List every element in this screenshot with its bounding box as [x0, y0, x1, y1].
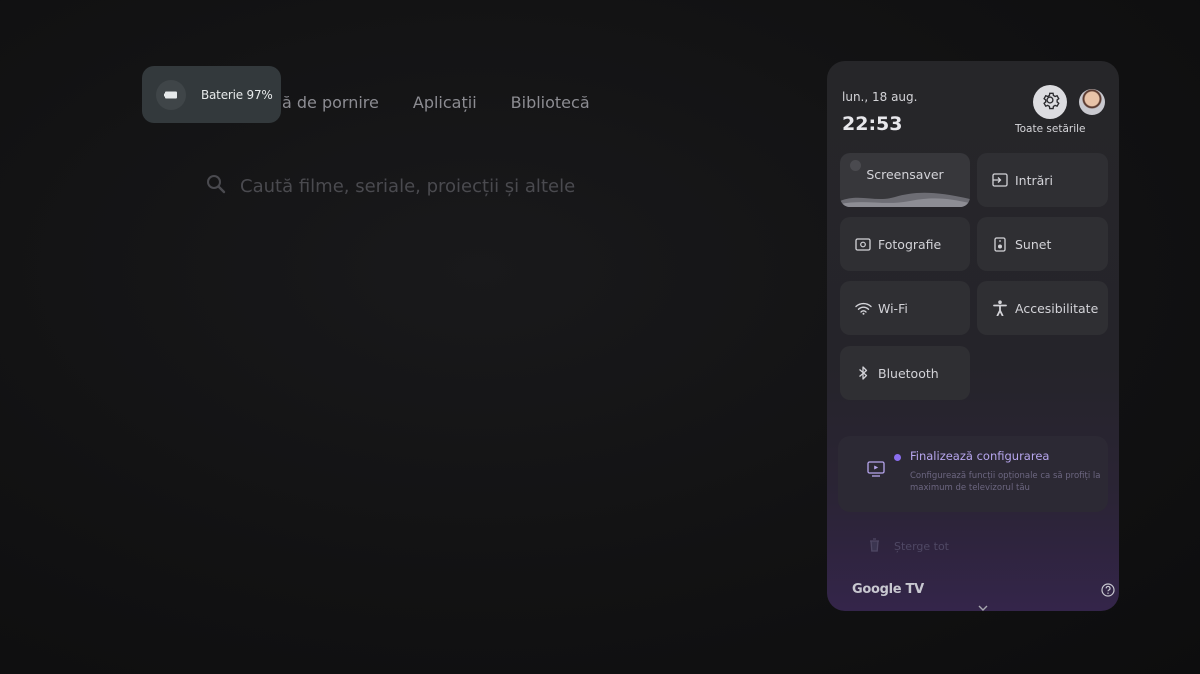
speaker-icon: [991, 236, 1009, 252]
nav-item-apps[interactable]: Aplicații: [413, 93, 477, 112]
search-placeholder: Caută filme, seriale, proiecții și altel…: [240, 176, 576, 197]
tile-wifi-label: Wi-Fi: [878, 300, 908, 316]
input-icon: [991, 173, 1009, 187]
finish-setup-title: Finalizează configurarea: [910, 449, 1050, 463]
tile-accessibility-label: Accesibilitate: [1015, 300, 1099, 316]
finish-setup-description: Configurează funcții opționale ca să pro…: [910, 471, 1101, 493]
tile-screensaver-label: Screensaver: [866, 166, 944, 182]
accessibility-icon: [991, 300, 1009, 316]
wifi-icon: [854, 302, 872, 315]
finish-setup-card[interactable]: Finalizează configurarea Configurează fu…: [838, 436, 1108, 512]
search-bar[interactable]: Caută filme, seriale, proiecții și altel…: [206, 174, 575, 199]
chevron-down-icon[interactable]: [978, 596, 988, 611]
bluetooth-icon: [854, 365, 872, 381]
nav-item-home[interactable]: ă de pornire: [282, 93, 379, 112]
tile-sound-label: Sunet: [1015, 236, 1052, 252]
notification-dot: [894, 454, 901, 461]
trash-icon: [869, 538, 880, 555]
screensaver-indicator: [850, 160, 861, 171]
clear-all-label: Șterge tot: [894, 540, 949, 553]
search-icon: [206, 174, 226, 199]
picture-icon: [854, 237, 872, 251]
panel-date: lun., 18 aug.: [842, 90, 918, 104]
tile-bluetooth-label: Bluetooth: [878, 365, 939, 381]
tile-accessibility[interactable]: Accesibilitate: [977, 281, 1108, 335]
tv-setup-icon: [867, 461, 885, 481]
panel-time: 22:53: [842, 113, 903, 135]
clear-all-button[interactable]: Șterge tot: [869, 538, 949, 555]
tile-sound[interactable]: Sunet: [977, 217, 1108, 271]
nav-item-library[interactable]: Bibliotecă: [511, 93, 590, 112]
battery-label: Baterie 97%: [201, 87, 273, 102]
tile-photo[interactable]: Fotografie: [840, 217, 970, 271]
battery-indicator[interactable]: Baterie 97%: [142, 66, 281, 123]
gear-icon: [1040, 90, 1060, 114]
google-tv-logo: Google TV: [852, 582, 924, 597]
settings-button[interactable]: [1033, 85, 1067, 119]
top-nav: ă de pornire Aplicații Bibliotecă: [282, 93, 624, 112]
tile-inputs-label: Intrări: [1015, 172, 1053, 188]
tile-inputs[interactable]: Intrări: [977, 153, 1108, 207]
tile-photo-label: Fotografie: [878, 236, 942, 252]
all-settings-label: Toate setările: [1015, 123, 1086, 135]
screensaver-wave-image: [840, 192, 970, 207]
tile-screensaver[interactable]: Screensaver: [840, 153, 970, 207]
avatar[interactable]: [1079, 89, 1105, 115]
tile-wifi[interactable]: Wi-Fi: [840, 281, 970, 335]
tile-bluetooth[interactable]: Bluetooth: [840, 346, 970, 400]
battery-icon: [156, 79, 186, 110]
help-icon[interactable]: [1101, 582, 1115, 601]
quick-settings-panel: lun., 18 aug. 22:53 Toate setările Scree…: [827, 61, 1119, 611]
